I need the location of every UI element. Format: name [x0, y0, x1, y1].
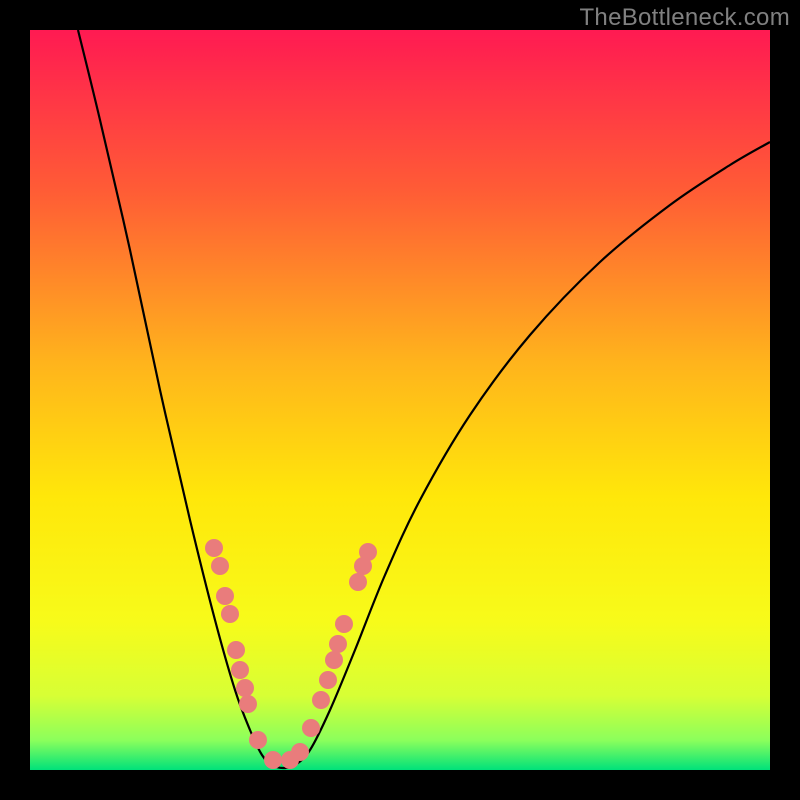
data-marker	[231, 661, 249, 679]
data-marker	[236, 679, 254, 697]
data-marker	[249, 731, 267, 749]
data-marker	[264, 751, 282, 769]
data-marker	[291, 743, 309, 761]
data-marker	[329, 635, 347, 653]
data-marker	[319, 671, 337, 689]
data-marker	[325, 651, 343, 669]
plot-background	[30, 30, 770, 770]
chart-svg	[0, 0, 800, 800]
data-marker	[211, 557, 229, 575]
data-marker	[312, 691, 330, 709]
attribution-text: TheBottleneck.com	[579, 4, 790, 32]
data-marker	[227, 641, 245, 659]
chart-container: TheBottleneck.com	[0, 0, 800, 800]
data-marker	[302, 719, 320, 737]
data-marker	[349, 573, 367, 591]
data-marker	[359, 543, 377, 561]
data-marker	[221, 605, 239, 623]
data-marker	[205, 539, 223, 557]
data-marker	[335, 615, 353, 633]
data-marker	[239, 695, 257, 713]
data-marker	[216, 587, 234, 605]
